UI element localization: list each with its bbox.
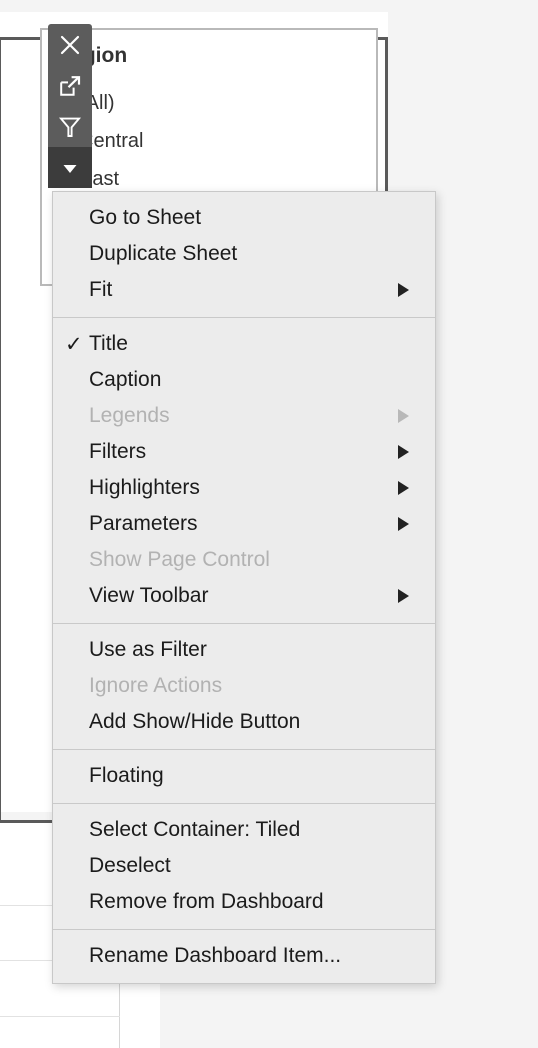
go-to-sheet-button[interactable] bbox=[48, 65, 92, 106]
menu-item-label: Show Page Control bbox=[89, 548, 270, 571]
check-icon: ✓ bbox=[65, 332, 83, 356]
menu-item-label: Highlighters bbox=[89, 476, 200, 499]
menu-item-label: Duplicate Sheet bbox=[89, 242, 238, 265]
menu-item-label: Add Show/Hide Button bbox=[89, 710, 301, 733]
menu-item-rename-dashboard-item[interactable]: Rename Dashboard Item... bbox=[53, 938, 435, 974]
menu-item-label: Select Container: Tiled bbox=[89, 818, 301, 841]
menu-item-label: Caption bbox=[89, 368, 162, 391]
menu-item-label: Parameters bbox=[89, 512, 198, 535]
menu-section: ✓ Title Caption Legends Filters Highlighters P… bbox=[53, 318, 435, 623]
filter-option-list: (All) Central East bbox=[50, 84, 370, 198]
menu-item-show-page-control: Show Page Control bbox=[53, 542, 435, 578]
more-options-button[interactable] bbox=[48, 147, 92, 188]
submenu-arrow-icon bbox=[398, 589, 409, 603]
submenu-arrow-icon bbox=[398, 445, 409, 459]
dashboard-item-context-menu[interactable]: Go to Sheet Duplicate Sheet Fit ✓ Title Capti… bbox=[52, 191, 436, 984]
menu-item-label: Deselect bbox=[89, 854, 171, 877]
menu-section: Go to Sheet Duplicate Sheet Fit bbox=[53, 192, 435, 317]
menu-item-floating[interactable]: Floating bbox=[53, 758, 435, 794]
use-as-filter-button[interactable] bbox=[48, 106, 92, 147]
close-icon bbox=[60, 35, 80, 54]
menu-item-label: Fit bbox=[89, 278, 113, 301]
menu-item-duplicate-sheet[interactable]: Duplicate Sheet bbox=[53, 236, 435, 272]
menu-item-label: Remove from Dashboard bbox=[89, 890, 324, 913]
menu-item-label: Floating bbox=[89, 764, 164, 787]
menu-item-filters[interactable]: Filters bbox=[53, 434, 435, 470]
menu-item-use-as-filter[interactable]: Use as Filter bbox=[53, 632, 435, 668]
menu-item-select-container-tiled[interactable]: Select Container: Tiled bbox=[53, 812, 435, 848]
menu-item-caption[interactable]: Caption bbox=[53, 362, 435, 398]
menu-item-label: Use as Filter bbox=[89, 638, 207, 661]
menu-item-label: Go to Sheet bbox=[89, 206, 202, 229]
submenu-arrow-icon bbox=[398, 283, 409, 297]
filter-funnel-icon bbox=[58, 117, 82, 137]
menu-item-add-show-hide-button[interactable]: Add Show/Hide Button bbox=[53, 704, 435, 740]
menu-item-title[interactable]: ✓ Title bbox=[53, 326, 435, 362]
submenu-arrow-icon bbox=[398, 481, 409, 495]
submenu-arrow-icon bbox=[398, 517, 409, 531]
menu-item-deselect[interactable]: Deselect bbox=[53, 848, 435, 884]
menu-item-view-toolbar[interactable]: View Toolbar bbox=[53, 578, 435, 614]
menu-item-fit[interactable]: Fit bbox=[53, 272, 435, 308]
menu-item-label: Filters bbox=[89, 440, 147, 463]
external-link-icon bbox=[60, 75, 81, 96]
menu-section: Use as Filter Ignore Actions Add Show/Hide… bbox=[53, 624, 435, 749]
grid-line bbox=[0, 1016, 120, 1017]
submenu-arrow-icon bbox=[398, 409, 409, 423]
menu-item-ignore-actions: Ignore Actions bbox=[53, 668, 435, 704]
menu-item-label: Ignore Actions bbox=[89, 674, 223, 697]
sheet-hover-toolbar bbox=[48, 24, 92, 188]
remove-from-dashboard-button[interactable] bbox=[48, 24, 92, 65]
menu-item-remove-from-dashboard[interactable]: Remove from Dashboard bbox=[53, 884, 435, 920]
caret-down-icon bbox=[63, 164, 77, 173]
menu-section: Rename Dashboard Item... bbox=[53, 930, 435, 983]
menu-item-highlighters[interactable]: Highlighters bbox=[53, 470, 435, 506]
menu-item-parameters[interactable]: Parameters bbox=[53, 506, 435, 542]
menu-item-legends: Legends bbox=[53, 398, 435, 434]
menu-item-label: Title bbox=[89, 332, 128, 355]
screen-root: Region (All) Central East bbox=[0, 0, 538, 1048]
filter-option-row[interactable]: Central bbox=[50, 122, 370, 160]
menu-section: Floating bbox=[53, 750, 435, 803]
menu-item-label: Rename Dashboard Item... bbox=[89, 944, 342, 967]
menu-item-label: View Toolbar bbox=[89, 584, 209, 607]
filter-option-row[interactable]: (All) bbox=[50, 84, 370, 122]
menu-item-go-to-sheet[interactable]: Go to Sheet bbox=[53, 200, 435, 236]
menu-section: Select Container: Tiled Deselect Remove fr… bbox=[53, 804, 435, 929]
menu-item-label: Legends bbox=[89, 404, 170, 427]
